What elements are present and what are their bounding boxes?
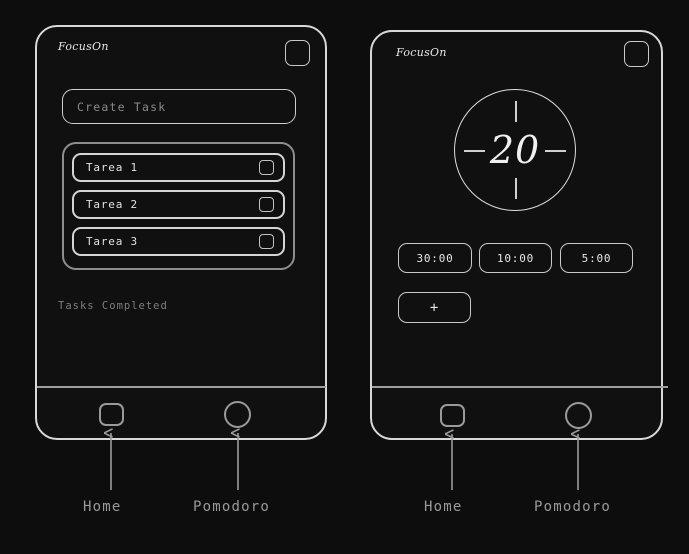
table-row[interactable]: Tarea 2 bbox=[72, 190, 285, 219]
timer-dial[interactable]: 20 bbox=[454, 89, 576, 211]
annotation-label-home-right: Home bbox=[424, 499, 463, 515]
timer-value: 20 bbox=[489, 128, 541, 172]
sidebar-item-pomodoro-left[interactable] bbox=[224, 401, 251, 428]
rounded-square-icon-pomodoro[interactable] bbox=[624, 41, 649, 67]
app-logo-home: FocusOn bbox=[58, 40, 109, 53]
rounded-square-icon-home[interactable] bbox=[285, 40, 310, 66]
mockup-canvas: FocusOn Create Task Tarea 1 Tarea 2 Tare… bbox=[0, 0, 689, 554]
preset-button-30[interactable]: 30:00 bbox=[398, 243, 472, 273]
annotation-label-pomodoro-right: Pomodoro bbox=[534, 499, 612, 515]
preset-button-10[interactable]: 10:00 bbox=[479, 243, 552, 273]
nav-divider-home bbox=[37, 386, 326, 388]
task-checkbox[interactable] bbox=[259, 197, 274, 212]
sidebar-item-pomodoro-right[interactable] bbox=[565, 402, 592, 429]
table-row[interactable]: Tarea 3 bbox=[72, 227, 285, 256]
task-label: Tarea 3 bbox=[86, 235, 138, 248]
annotation-label-home-left: Home bbox=[83, 499, 122, 515]
nav-divider-pomodoro bbox=[372, 386, 668, 388]
annotation-label-pomodoro-left: Pomodoro bbox=[193, 499, 271, 515]
task-label: Tarea 1 bbox=[86, 161, 138, 174]
preset-button-5[interactable]: 5:00 bbox=[560, 243, 633, 273]
tick-mark-top-icon bbox=[514, 101, 518, 122]
task-checkbox[interactable] bbox=[259, 234, 274, 249]
tasks-completed-caption: Tasks Completed bbox=[58, 300, 168, 312]
app-logo-pomodoro: FocusOn bbox=[396, 46, 447, 59]
task-list-group: Tarea 1 Tarea 2 Tarea 3 bbox=[62, 142, 295, 270]
tick-mark-bottom-icon bbox=[514, 178, 518, 199]
sidebar-item-home-left[interactable] bbox=[99, 403, 124, 426]
table-row[interactable]: Tarea 1 bbox=[72, 153, 285, 182]
sidebar-item-home-right[interactable] bbox=[440, 404, 465, 427]
create-task-input[interactable]: Create Task bbox=[62, 89, 296, 124]
task-label: Tarea 2 bbox=[86, 198, 138, 211]
task-checkbox[interactable] bbox=[259, 160, 274, 175]
add-preset-button[interactable]: + bbox=[398, 292, 471, 323]
